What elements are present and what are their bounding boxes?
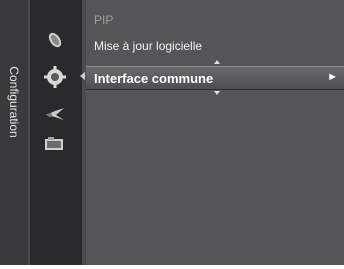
menu-frame: Configuration PIP Mise à jour logicielle… <box>0 0 344 265</box>
submenu-panel: PIP Mise à jour logicielle Interface com… <box>86 0 344 265</box>
selected-item-label: Interface commune <box>94 71 214 86</box>
menu-item-software-update[interactable]: Mise à jour logicielle <box>94 39 202 53</box>
menu-item-common-interface[interactable]: Interface commune ► <box>86 66 344 90</box>
settings-gear-icon[interactable] <box>44 66 66 88</box>
satellite-dish-icon[interactable] <box>44 30 66 50</box>
category-icon-column <box>30 0 82 265</box>
menu-item-pip: PIP <box>94 13 114 27</box>
active-category-marker <box>80 72 85 80</box>
chevron-right-icon: ► <box>327 71 338 83</box>
scroll-up-indicator <box>214 60 220 64</box>
sidebar-title-wrap: Configuration <box>2 52 26 152</box>
sidebar: Configuration <box>0 0 28 265</box>
application-icon[interactable] <box>44 136 66 156</box>
tv-osd-screen: Configuration PIP Mise à jour logicielle… <box>0 0 344 269</box>
input-connector-icon[interactable] <box>44 106 66 126</box>
scroll-down-indicator <box>214 91 220 95</box>
sidebar-title: Configuration <box>7 66 21 138</box>
